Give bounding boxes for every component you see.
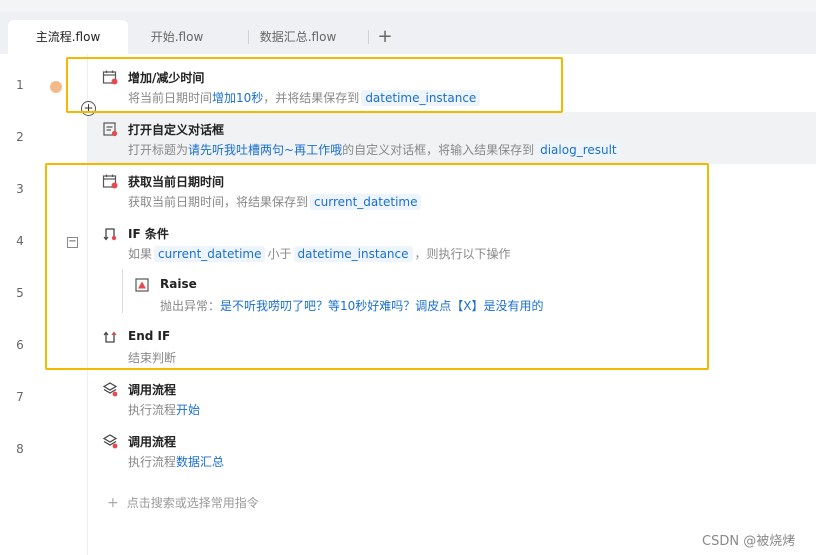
step-title: IF 条件 (128, 227, 169, 241)
calendar-icon (102, 173, 118, 189)
warning-icon (134, 277, 150, 293)
line-number: 7 (16, 390, 24, 404)
layers-icon (102, 433, 118, 449)
step-title: 打开自定义对话框 (128, 123, 225, 137)
step-description: 执行流程数据汇总 (128, 455, 225, 469)
breakpoint-dot[interactable] (50, 81, 62, 93)
end-if-icon (102, 329, 118, 345)
line-number: 4 (16, 234, 24, 248)
tab-data-summary-flow[interactable]: 数据汇总.flow (250, 20, 346, 54)
param-link[interactable]: 增加10秒 (212, 91, 263, 105)
tab-start-flow[interactable]: 开始.flow (128, 20, 226, 54)
block-indent-line (122, 269, 123, 313)
add-tab-button[interactable]: + (375, 20, 395, 54)
flow-step-row[interactable]: 2 打开自定义对话框 打开标题为请先听我吐槽两句~再工作哦的自定义对话框，将输入… (0, 112, 816, 164)
step-title: 调用流程 (128, 435, 177, 449)
step-title: 调用流程 (128, 383, 177, 397)
flow-step-row[interactable]: 4 IF 条件 如果 current_datetime 小于 datetime_ins… (0, 216, 816, 268)
line-number: 8 (16, 442, 24, 456)
dialog-icon (102, 121, 118, 137)
step-description: 执行流程开始 (128, 403, 201, 417)
watermark: CSDN @被烧烤 (702, 534, 796, 549)
step-title: Raise (160, 277, 197, 291)
flow-step-row[interactable]: 3 获取当前日期时间 获取当前日期时间，将结果保存到 current_dateti… (0, 164, 816, 216)
tab-separator (248, 30, 249, 44)
line-number: 5 (16, 286, 24, 300)
line-number: 1 (16, 78, 24, 92)
variable-chip[interactable]: dialog_result (536, 142, 621, 158)
step-description: 如果 current_datetime 小于 datetime_instance ，则执… (128, 246, 511, 262)
line-number: 6 (16, 338, 24, 352)
step-title: 获取当前日期时间 (128, 175, 225, 189)
param-link[interactable]: 数据汇总 (176, 455, 224, 469)
flow-step-row[interactable]: 7 调用流程 执行流程开始 (0, 372, 816, 424)
top-strip (0, 0, 816, 12)
step-description: 打开标题为请先听我吐槽两句~再工作哦的自定义对话框，将输入结果保存到 dialog… (128, 141, 623, 158)
variable-chip[interactable]: current_datetime (310, 194, 422, 210)
step-description: 抛出异常：是不听我唠叨了吧？等10秒好难吗？调皮点【X】是没有用的 (160, 299, 544, 313)
tab-main-flow[interactable]: 主流程.flow (8, 20, 128, 54)
flow-step-row[interactable]: 6 End IF 结束判断 (0, 320, 816, 372)
param-link[interactable]: 请先听我吐槽两句~再工作哦 (188, 143, 342, 157)
add-command-hint[interactable]: + 点击搜索或选择常用指令 (107, 494, 259, 511)
step-description: 结束判断 (128, 351, 177, 365)
flow-step-row[interactable]: 1 增加/减少时间 将当前日期时间增加10秒，并将结果保存到 datetime_i… (0, 60, 816, 112)
step-title: End IF (128, 329, 171, 343)
insert-step-button[interactable]: + (81, 101, 96, 116)
step-title: 增加/减少时间 (128, 71, 205, 85)
calendar-icon (102, 69, 118, 85)
flow-step-row[interactable]: 8 调用流程 执行流程数据汇总 (0, 424, 816, 476)
step-description: 将当前日期时间增加10秒，并将结果保存到 datetime_instance (128, 89, 482, 106)
if-branch-icon (102, 225, 118, 241)
collapse-toggle[interactable]: − (67, 237, 78, 248)
variable-chip[interactable]: datetime_instance (293, 246, 413, 262)
line-number: 2 (16, 130, 24, 144)
plus-icon: + (107, 495, 119, 511)
step-description: 获取当前日期时间，将结果保存到 current_datetime (128, 193, 423, 210)
tab-separator (368, 30, 369, 44)
tab-bar: 主流程.flow 开始.flow 数据汇总.flow + (0, 12, 816, 54)
variable-chip[interactable]: current_datetime (154, 246, 266, 262)
param-link[interactable]: 是不听我唠叨了吧？等10秒好难吗？调皮点【X】是没有用的 (220, 299, 544, 313)
line-number: 3 (16, 182, 24, 196)
param-link[interactable]: 开始 (176, 403, 200, 417)
layers-icon (102, 381, 118, 397)
variable-chip[interactable]: datetime_instance (361, 90, 481, 106)
